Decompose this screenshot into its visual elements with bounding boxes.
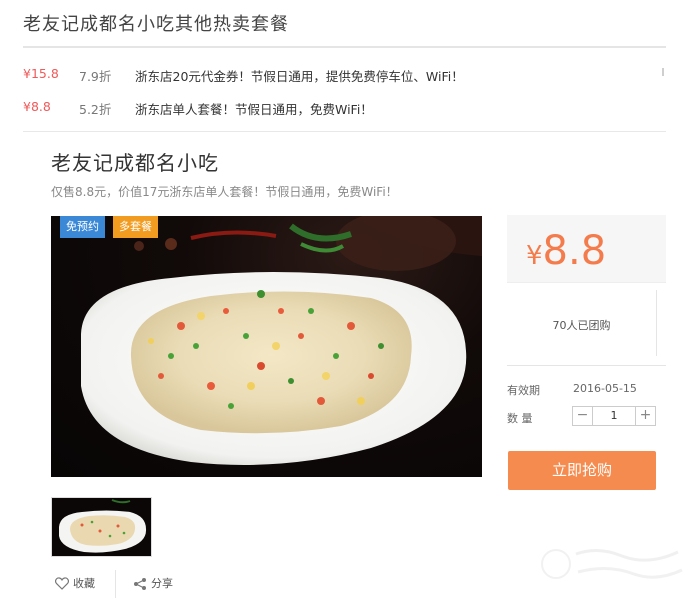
product-photo: 免预约 多套餐 [51,216,482,477]
divider [23,131,666,132]
product-thumbnail[interactable] [51,497,152,557]
heart-icon [55,577,69,590]
watermark-logo [538,542,686,586]
badge-multi-package: 多套餐 [113,216,158,238]
deal-title-link[interactable]: 浙东店单人套餐！节假日通用，免费WiFi！ [135,99,373,118]
section-title: 老友记成都名小吃其他热卖套餐 [23,14,289,35]
quantity-increase-button[interactable]: + [635,407,655,425]
sold-count: 70人已团购 [552,319,611,332]
price-box: ¥8.8 [507,215,666,283]
deal-price: ¥8.8 [23,99,51,114]
share-button[interactable]: 分享 [133,570,179,598]
deal-title-link[interactable]: 浙东店20元代金券！节假日通用，提供免费停车位、WiFi！ [135,66,464,85]
current-price: ¥8.8 [526,228,606,274]
quantity-label: 数 量 [507,412,533,425]
badge-no-reservation: 免预约 [60,216,105,238]
share-label: 分享 [151,577,173,590]
divider [507,365,666,366]
fried-rice-image [81,216,482,465]
deal-price: ¥15.8 [23,66,59,81]
share-icon [134,578,146,590]
section-divider [23,46,666,48]
quantity-value[interactable]: 1 [593,409,635,422]
favorite-label: 收藏 [73,577,95,590]
quantity-decrease-button[interactable]: − [573,407,593,425]
product-description: 仅售8.8元，价值17元浙东店单人套餐！节假日通用，免费WiFi！ [51,185,398,199]
favorite-button[interactable]: 收藏 [55,570,101,598]
buy-now-button[interactable]: 立即抢购 [508,451,656,490]
sold-count-box: 70人已团购 [507,290,657,356]
product-title: 老友记成都名小吃 [51,151,219,175]
thumbnail-image [59,499,147,553]
watermark-graphic [541,549,683,579]
price-value: 8.8 [542,228,607,274]
quantity-stepper[interactable]: − 1 + [572,406,656,426]
deal-discount: 5.2折 [79,102,112,117]
deal-discount: 7.9折 [79,69,112,84]
currency-symbol: ¥ [526,241,543,271]
validity-date: 2016-05-15 [573,382,637,395]
action-divider [115,570,116,598]
scroll-edge-mark [660,66,664,78]
validity-label: 有效期 [507,384,540,397]
